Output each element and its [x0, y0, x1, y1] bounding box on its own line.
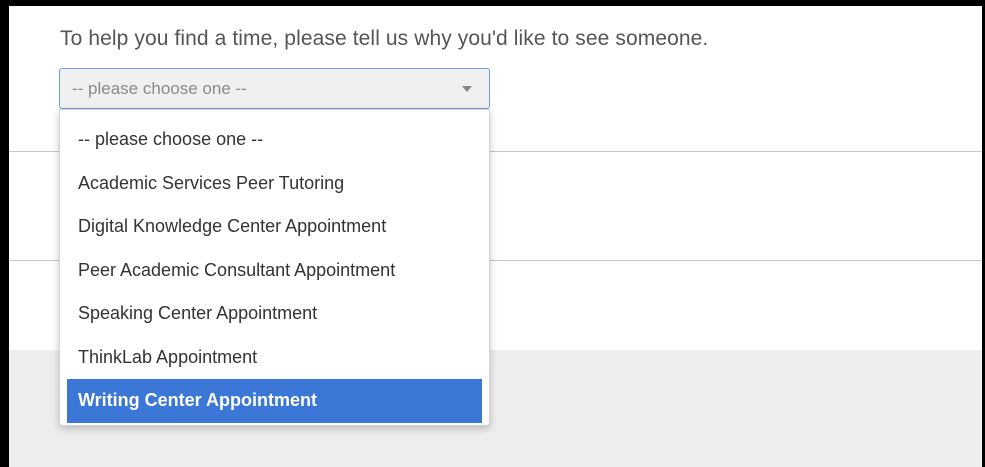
screenshot-frame-top — [0, 0, 985, 6]
option-please-choose[interactable]: -- please choose one -- — [67, 118, 482, 162]
chevron-down-icon — [462, 86, 472, 92]
select-current-value: -- please choose one -- — [72, 79, 247, 98]
option-peer-academic-consultant[interactable]: Peer Academic Consultant Appointment — [67, 249, 482, 293]
reason-prompt: To help you find a time, please tell us … — [60, 27, 709, 50]
reason-dropdown-list: -- please choose one -- Academic Service… — [59, 109, 490, 426]
reason-select[interactable]: -- please choose one -- — [59, 68, 490, 109]
option-digital-knowledge-center[interactable]: Digital Knowledge Center Appointment — [67, 205, 482, 249]
option-writing-center[interactable]: Writing Center Appointment — [67, 379, 482, 423]
option-academic-services-peer-tutoring[interactable]: Academic Services Peer Tutoring — [67, 162, 482, 206]
option-thinklab[interactable]: ThinkLab Appointment — [67, 336, 482, 380]
option-speaking-center[interactable]: Speaking Center Appointment — [67, 292, 482, 336]
screenshot-frame-left — [0, 0, 9, 467]
